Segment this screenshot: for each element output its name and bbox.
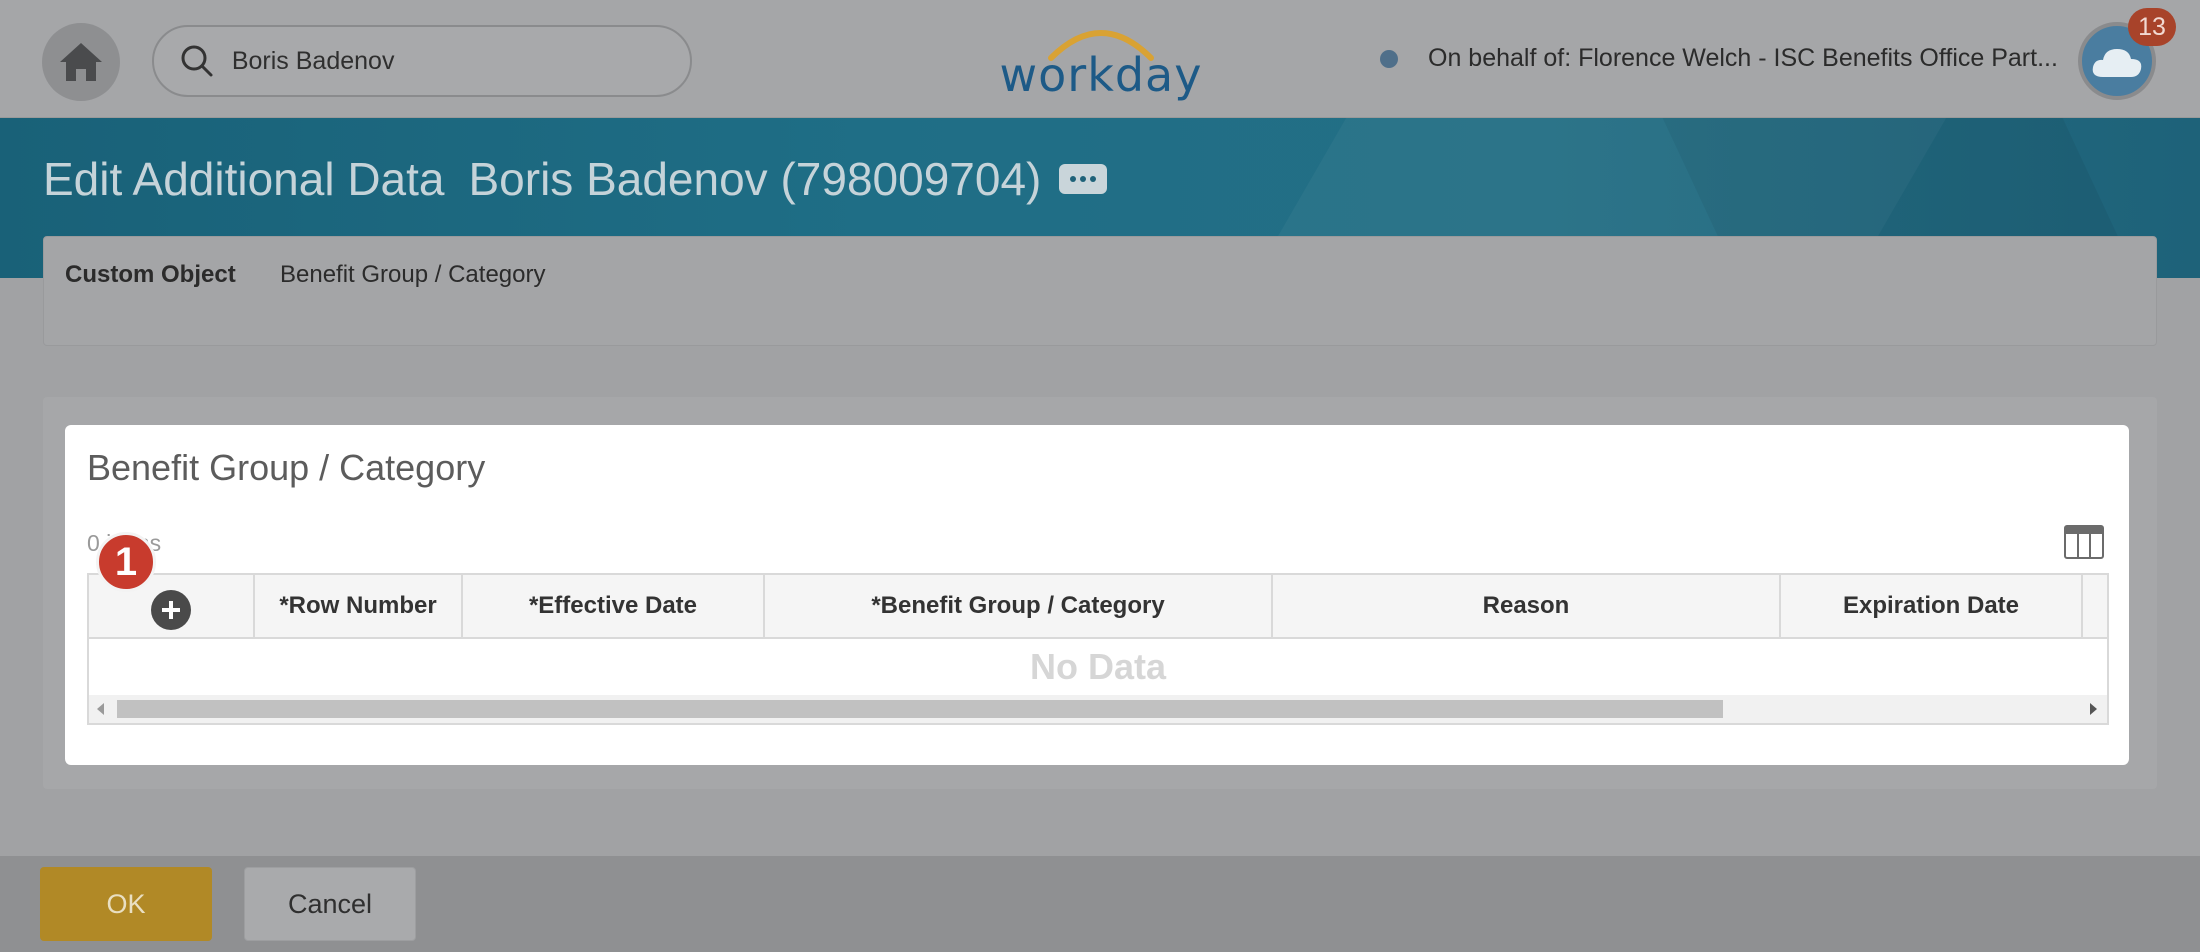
plus-icon <box>162 601 180 619</box>
dot-icon <box>1080 176 1087 182</box>
page-title-text: Edit Additional Data <box>43 153 445 205</box>
cloud-profile-icon <box>2092 49 2142 77</box>
ok-button[interactable]: OK <box>40 867 212 941</box>
search-icon <box>178 42 216 80</box>
custom-object-panel: Custom Object Benefit Group / Category <box>43 236 2157 346</box>
column-chooser-divider <box>2077 527 2079 557</box>
column-chooser-header <box>2066 527 2102 534</box>
grid-card: Benefit Group / Category 0 items *Row Nu… <box>65 425 2129 765</box>
search-input[interactable] <box>231 46 690 76</box>
search-bar[interactable] <box>152 25 692 97</box>
add-row-button[interactable] <box>151 590 191 630</box>
on-behalf-indicator[interactable]: On behalf of: Florence Welch - ISC Benef… <box>1380 44 2058 73</box>
logo-text: workday <box>999 48 1203 102</box>
column-chooser-divider <box>2089 527 2091 557</box>
column-header-effective-date[interactable]: *Effective Date <box>463 575 765 637</box>
cancel-button[interactable]: Cancel <box>244 867 416 941</box>
custom-object-label: Custom Object <box>65 261 236 288</box>
top-bar: workday On behalf of: Florence Welch - I… <box>0 0 2200 118</box>
column-chooser-icon[interactable] <box>2064 525 2104 559</box>
on-behalf-text: On behalf of: Florence Welch - ISC Benef… <box>1428 44 2058 72</box>
data-table: *Row Number *Effective Date *Benefit Gro… <box>87 573 2109 725</box>
dot-icon <box>1090 176 1097 182</box>
horizontal-scrollbar[interactable] <box>89 695 2107 723</box>
notification-badge[interactable]: 13 <box>2128 8 2176 46</box>
dot-icon <box>1070 176 1077 182</box>
column-header-benefit-group[interactable]: *Benefit Group / Category <box>765 575 1273 637</box>
home-button[interactable] <box>42 23 120 101</box>
status-dot-icon <box>1380 49 1398 68</box>
footer-bar: OK Cancel <box>0 856 2200 952</box>
scrollbar-thumb[interactable] <box>117 700 1723 718</box>
step-marker: 1 <box>96 532 156 592</box>
related-actions-button[interactable] <box>1059 164 1108 194</box>
scroll-right-icon[interactable] <box>2090 703 2097 715</box>
workday-logo[interactable]: workday <box>996 14 1206 104</box>
column-header-row-number[interactable]: *Row Number <box>255 575 463 637</box>
custom-object-value: Benefit Group / Category <box>280 261 546 288</box>
table-header-row: *Row Number *Effective Date *Benefit Gro… <box>89 575 2107 639</box>
grid-title: Benefit Group / Category <box>87 447 486 488</box>
page-subject: Boris Badenov (798009704) <box>468 153 1042 205</box>
empty-state: No Data <box>1029 646 1167 687</box>
column-header-expiration-date[interactable]: Expiration Date <box>1781 575 2083 637</box>
home-icon <box>60 43 102 81</box>
column-header-reason[interactable]: Reason <box>1273 575 1781 637</box>
scroll-left-icon[interactable] <box>97 703 104 715</box>
page-title: Edit Additional Data Boris Badenov (7980… <box>43 152 1108 206</box>
